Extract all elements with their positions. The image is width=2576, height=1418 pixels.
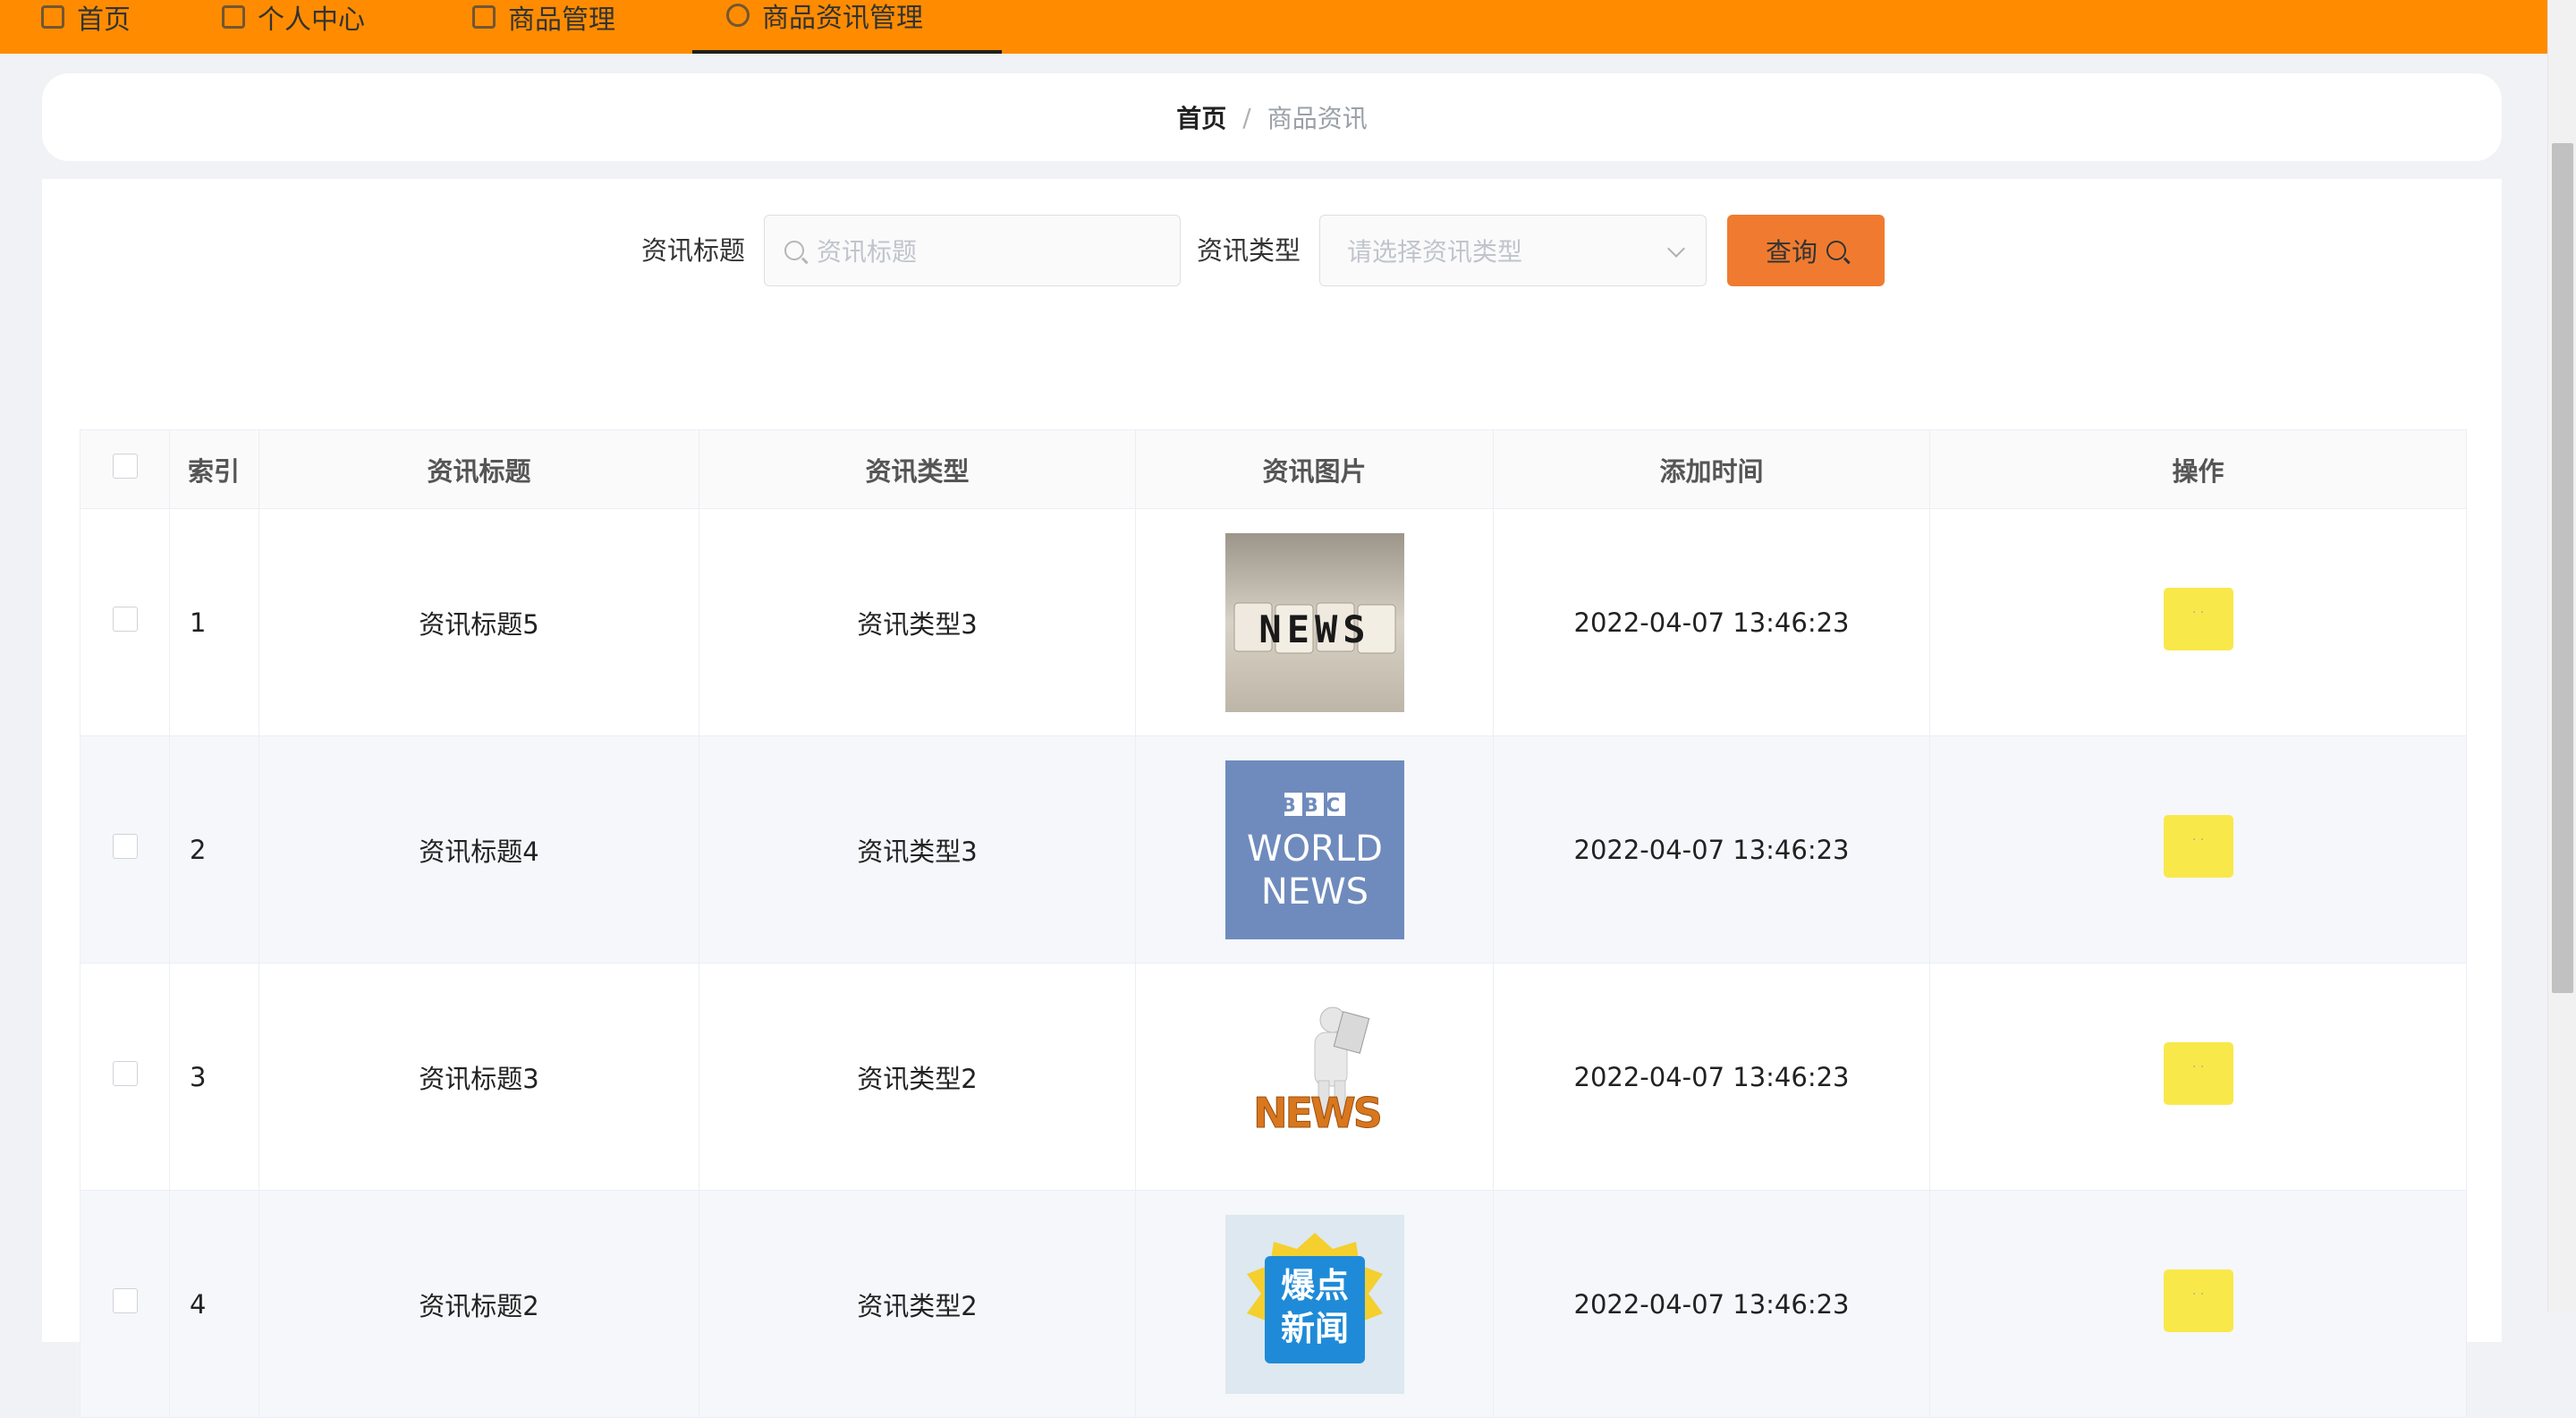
- query-button-label: 查询: [1765, 237, 1818, 267]
- row-time: 2022-04-07 13:46:23: [1493, 735, 1930, 964]
- row-select-cell: [80, 1190, 170, 1418]
- row-action-button[interactable]: [2163, 1042, 2233, 1105]
- row-type: 资讯类型2: [699, 963, 1136, 1191]
- header-image: 资讯图片: [1135, 429, 1494, 509]
- news-figure-text: NEWS: [1253, 1089, 1380, 1137]
- search-icon: [784, 241, 804, 260]
- breaking-news-image: 爆点 新闻: [1224, 1214, 1404, 1394]
- row-image-cell: NEWS: [1135, 508, 1494, 736]
- table-row: 4 资讯标题2 资讯类型2 爆点 新闻 2022-04-07 13:46:23: [80, 1190, 2467, 1418]
- row-index: 2: [169, 735, 259, 964]
- bbc-logo-text: BBC: [1281, 794, 1347, 816]
- bbc-news-text: NEWS: [1260, 871, 1368, 913]
- nav-item-label: 个人中心: [258, 4, 365, 36]
- breaking-news-line1: 爆点: [1280, 1266, 1348, 1305]
- row-action-button[interactable]: [2163, 588, 2233, 650]
- row-title: 资讯标题4: [258, 735, 699, 964]
- row-action-cell: [1929, 735, 2467, 964]
- row-time: 2022-04-07 13:46:23: [1493, 508, 1930, 736]
- top-nav: 首页 个人中心 商品管理 商品资讯管理: [0, 0, 2547, 54]
- news-table: 索引 资讯标题 资讯类型 资讯图片 添加时间 操作 1 资讯标题5 资讯类型3: [80, 429, 2467, 1418]
- type-filter-label: 资讯类型: [1197, 235, 1301, 266]
- row-checkbox[interactable]: [112, 834, 138, 859]
- bbc-world-news-image: BBC WORLD NEWS: [1224, 760, 1404, 939]
- row-action-cell: [1929, 1190, 2467, 1418]
- row-type: 资讯类型3: [699, 735, 1136, 964]
- row-select-cell: [80, 963, 170, 1191]
- search-bar: 资讯标题 资讯标题 资讯类型 请选择资讯类型 查询: [42, 215, 2502, 286]
- row-index: 4: [169, 1190, 259, 1418]
- row-index: 1: [169, 508, 259, 736]
- nav-item-label: 商品管理: [508, 4, 615, 36]
- row-title: 资讯标题3: [258, 963, 699, 1191]
- row-time: 2022-04-07 13:46:23: [1493, 963, 1930, 1191]
- bbc-world-text: WORLD: [1247, 828, 1383, 870]
- title-filter-label: 资讯标题: [641, 235, 746, 266]
- header-action: 操作: [1929, 429, 2467, 509]
- row-action-cell: [1929, 963, 2467, 1191]
- news-figure-image: NEWS: [1224, 987, 1404, 1167]
- row-type: 资讯类型3: [699, 508, 1136, 736]
- row-image-cell: BBC WORLD NEWS: [1135, 735, 1494, 964]
- header-index: 索引: [169, 429, 259, 509]
- row-checkbox[interactable]: [112, 607, 138, 632]
- main-panel: 资讯标题 资讯标题 资讯类型 请选择资讯类型 查询 索引 资讯标题 资讯类型 资…: [42, 179, 2502, 1418]
- box-icon: [472, 5, 496, 29]
- select-all-checkbox[interactable]: [112, 454, 138, 479]
- info-icon: [726, 4, 750, 27]
- vertical-scrollbar[interactable]: [2547, 0, 2576, 1312]
- row-action-button[interactable]: [2163, 815, 2233, 878]
- nav-item-profile[interactable]: 个人中心: [188, 0, 399, 54]
- row-action-button[interactable]: [2163, 1269, 2233, 1332]
- table-header-row: 索引 资讯标题 资讯类型 资讯图片 添加时间 操作: [80, 429, 2467, 509]
- title-search-placeholder: 资讯标题: [817, 237, 918, 267]
- query-button[interactable]: 查询: [1727, 215, 1885, 286]
- nav-item-label: 商品资讯管理: [762, 3, 923, 34]
- breadcrumb: 首页 / 商品资讯: [42, 73, 2502, 161]
- row-checkbox[interactable]: [112, 1061, 138, 1086]
- table-row: 1 资讯标题5 资讯类型3 NEWS 2022-04-07 13:46:23 ·…: [80, 508, 2467, 736]
- row-type: 资讯类型2: [699, 1190, 1136, 1418]
- nav-item-label: 首页: [77, 4, 131, 36]
- nav-item-products[interactable]: 商品管理: [438, 0, 649, 54]
- row-select-cell: [80, 508, 170, 736]
- nav-item-home[interactable]: 首页: [7, 0, 165, 54]
- header-type: 资讯类型: [699, 429, 1136, 509]
- row-title: 资讯标题5: [258, 508, 699, 736]
- type-select-placeholder: 请选择资讯类型: [1347, 237, 1523, 267]
- breaking-news-line2: 新闻: [1280, 1309, 1348, 1348]
- type-select[interactable]: 请选择资讯类型: [1319, 215, 1707, 286]
- row-action-cell: [1929, 508, 2467, 736]
- chevron-down-icon: [1667, 240, 1685, 258]
- breadcrumb-current: 商品资讯: [1267, 104, 1368, 133]
- header-time: 添加时间: [1493, 429, 1930, 509]
- news-blocks-text: NEWS: [1258, 607, 1370, 651]
- breadcrumb-separator: /: [1242, 102, 1251, 132]
- row-title: 资讯标题2: [258, 1190, 699, 1418]
- nav-item-news[interactable]: 商品资讯管理: [692, 0, 1002, 54]
- row-image-cell: NEWS: [1135, 963, 1494, 1191]
- row-index: 3: [169, 963, 259, 1191]
- row-checkbox[interactable]: [112, 1288, 138, 1313]
- user-icon: [222, 5, 245, 29]
- select-all-cell: [80, 429, 170, 509]
- row-time: 2022-04-07 13:46:23: [1493, 1190, 1930, 1418]
- home-icon: [41, 5, 64, 29]
- breadcrumb-home[interactable]: 首页: [1176, 99, 1226, 135]
- title-search-input[interactable]: 资讯标题: [764, 215, 1181, 286]
- search-icon: [1826, 241, 1846, 260]
- table-row: 2 资讯标题4 资讯类型3 BBC WORLD NEWS 2022-04-07 …: [80, 735, 2467, 964]
- news-blocks-image: NEWS: [1224, 532, 1404, 712]
- header-title: 资讯标题: [258, 429, 699, 509]
- row-select-cell: [80, 735, 170, 964]
- table-row: 3 资讯标题3 资讯类型2 NEWS 2022-04-07 13:46:23: [80, 963, 2467, 1191]
- scrollbar-thumb[interactable]: [2552, 143, 2573, 993]
- row-image-cell: 爆点 新闻: [1135, 1190, 1494, 1418]
